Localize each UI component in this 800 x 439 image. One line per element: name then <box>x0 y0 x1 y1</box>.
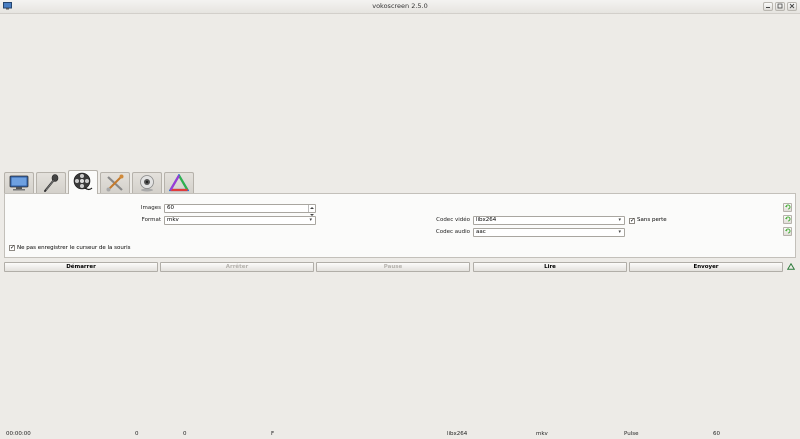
start-button[interactable]: Démarrer <box>4 262 158 272</box>
chevron-down-icon: ▾ <box>618 229 621 235</box>
status-audio: Pulse <box>624 431 639 437</box>
status-codec: libx264 <box>447 431 468 437</box>
close-icon <box>789 3 795 11</box>
spin-arrows[interactable] <box>308 205 315 216</box>
microphone-icon <box>41 173 61 194</box>
status-value-b: 0 <box>183 431 187 437</box>
no-cursor-checkbox[interactable]: ✓ <box>9 245 15 251</box>
lossless-label: Sans perte <box>637 217 667 223</box>
pause-button[interactable]: Pause <box>316 262 470 272</box>
play-button[interactable]: Lire <box>473 262 627 272</box>
tab-bar <box>4 170 196 194</box>
window-title: vokoscreen 2.5.0 <box>372 2 428 10</box>
tab-video[interactable] <box>68 170 98 194</box>
video-codec-label: Codec vidéo <box>436 217 470 223</box>
title-bar: vokoscreen 2.5.0 <box>0 0 800 14</box>
webcam-icon <box>137 174 157 194</box>
arrow-up-icon <box>310 205 314 212</box>
chevron-down-icon: ▾ <box>309 217 312 223</box>
tab-audio[interactable] <box>36 172 66 194</box>
tab-screen[interactable] <box>4 172 34 194</box>
video-codec-value: libx264 <box>476 217 497 223</box>
monitor-icon <box>9 175 29 193</box>
format-label: Format <box>141 217 161 223</box>
minimize-icon <box>765 3 771 11</box>
stop-button[interactable]: Arrêter <box>160 262 314 272</box>
video-codec-select[interactable]: libx264 ▾ <box>473 216 625 225</box>
audio-codec-label: Codec audio <box>435 229 470 235</box>
status-value-c: F <box>271 431 275 437</box>
send-button[interactable]: Envoyer <box>629 262 783 272</box>
video-settings-panel: Images 60 Format mkv ▾ Codec vidéo libx2… <box>4 193 796 258</box>
audio-codec-select[interactable]: aac ▾ <box>473 228 625 237</box>
chevron-down-icon: ▾ <box>618 217 621 223</box>
format-value: mkv <box>167 217 179 223</box>
frames-label: Images <box>140 205 161 211</box>
status-value-a: 0 <box>135 431 139 437</box>
reset-icon <box>784 203 791 212</box>
status-format: mkv <box>536 431 548 437</box>
tab-settings[interactable] <box>100 172 130 194</box>
maximize-button[interactable] <box>775 2 785 11</box>
status-fps: 60 <box>713 431 720 437</box>
audio-codec-value: aac <box>476 229 486 235</box>
close-button[interactable] <box>787 2 797 11</box>
reset-format-button[interactable] <box>783 215 792 224</box>
tab-about[interactable] <box>164 172 194 194</box>
minimize-button[interactable] <box>763 2 773 11</box>
reset-icon <box>784 215 791 224</box>
tab-webcam[interactable] <box>132 172 162 194</box>
format-select[interactable]: mkv ▾ <box>164 216 316 225</box>
film-reel-icon <box>73 172 93 194</box>
reset-audio-codec-button[interactable] <box>783 227 792 236</box>
rainbow-triangle-icon <box>168 172 190 194</box>
tools-icon <box>105 174 125 194</box>
reset-frames-button[interactable] <box>783 203 792 212</box>
triangle-up-icon <box>786 262 795 272</box>
maximize-icon <box>777 3 783 11</box>
reset-icon <box>784 227 791 236</box>
frames-value: 60 <box>167 205 174 211</box>
frames-spinbox[interactable]: 60 <box>164 204 316 216</box>
lossless-checkbox[interactable]: ✓ <box>629 217 635 224</box>
collapse-button[interactable] <box>785 262 796 272</box>
status-time: 00:00:00 <box>6 431 31 437</box>
no-cursor-label: Ne pas enregistrer le curseur de la sour… <box>17 244 131 251</box>
